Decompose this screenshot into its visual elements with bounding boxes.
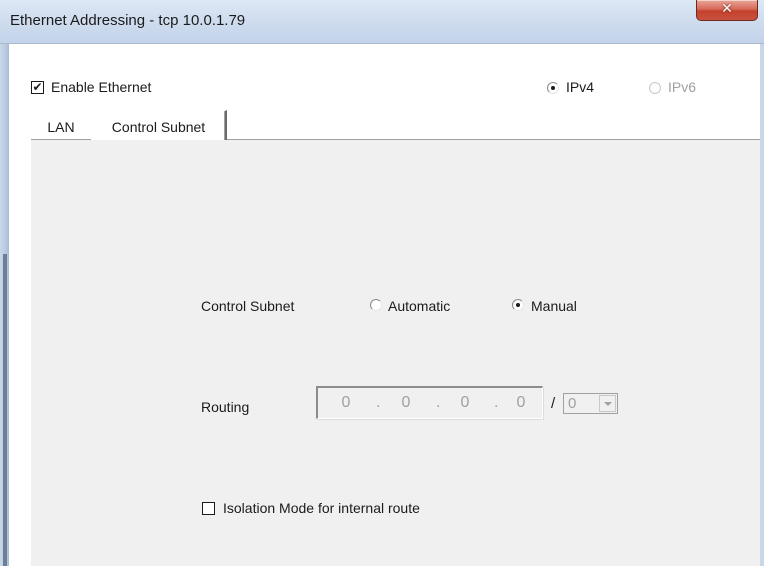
close-button[interactable]: ✕: [696, 0, 758, 21]
enable-ethernet-checkbox[interactable]: ✔: [31, 81, 44, 94]
ipv4-radio[interactable]: [547, 82, 559, 94]
ipv4-label[interactable]: IPv4: [566, 79, 594, 95]
prefix-length-select[interactable]: 0: [563, 393, 618, 414]
manual-radio[interactable]: [512, 299, 524, 311]
ip-separator: .: [436, 394, 441, 411]
enable-ethernet-label[interactable]: Enable Ethernet: [51, 79, 151, 95]
prefix-separator: /: [551, 395, 556, 412]
ipv6-label[interactable]: IPv6: [668, 79, 696, 95]
window-title: Ethernet Addressing - tcp 10.0.1.79: [10, 12, 246, 29]
manual-label[interactable]: Manual: [531, 298, 577, 314]
left-frame-shadow: [3, 254, 7, 566]
dialog-client-area: ✔ Enable Ethernet IPv4 IPv6 Control Subn…: [9, 45, 760, 566]
ethernet-addressing-dialog: Ethernet Addressing - tcp 10.0.1.79 ✕ ✔ …: [0, 0, 764, 566]
ip-octet-4[interactable]: 0: [513, 394, 529, 412]
title-bar[interactable]: Ethernet Addressing - tcp 10.0.1.79 ✕: [0, 0, 764, 44]
isolation-mode-checkbox[interactable]: [202, 502, 215, 515]
automatic-radio[interactable]: [370, 299, 382, 311]
close-icon: ✕: [721, 1, 733, 17]
routing-label: Routing: [201, 399, 250, 415]
ipv6-radio[interactable]: [649, 82, 661, 94]
tab-control-subnet[interactable]: Control Subnet: [91, 110, 227, 140]
ip-octet-1[interactable]: 0: [338, 394, 354, 412]
routing-ip-address-field[interactable]: 0 . 0 . 0 . 0: [316, 386, 543, 419]
ip-octet-3[interactable]: 0: [457, 394, 473, 412]
ip-separator: .: [376, 394, 381, 411]
right-window-frame: [760, 44, 764, 566]
automatic-label[interactable]: Automatic: [388, 298, 450, 314]
checkmark-icon: ✔: [32, 80, 43, 94]
chevron-down-icon: [604, 402, 612, 406]
left-window-frame: [0, 44, 9, 566]
isolation-mode-label[interactable]: Isolation Mode for internal route: [223, 500, 420, 516]
dropdown-button[interactable]: [599, 395, 616, 412]
ip-octet-2[interactable]: 0: [398, 394, 414, 412]
control-subnet-tab-panel: Control Subnet Automatic Manual Routing …: [31, 140, 760, 566]
control-subnet-label: Control Subnet: [201, 298, 295, 314]
tab-lan[interactable]: LAN: [31, 111, 91, 140]
radio-selected-dot: [516, 303, 520, 307]
ip-separator: .: [494, 394, 499, 411]
radio-selected-dot: [551, 86, 555, 90]
prefix-length-value: 0: [568, 395, 577, 412]
